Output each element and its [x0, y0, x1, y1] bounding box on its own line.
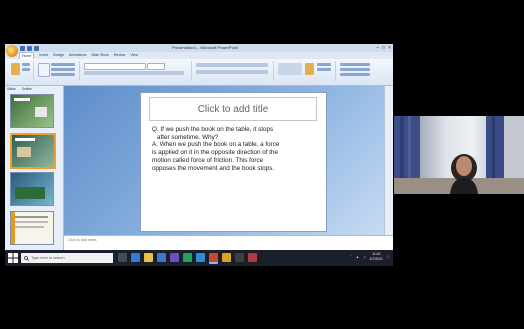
- paste-icon[interactable]: [11, 63, 20, 75]
- slides-group: [35, 61, 80, 81]
- tab-outline[interactable]: Outline: [22, 87, 32, 91]
- tab-slides[interactable]: Slides: [7, 87, 16, 91]
- slide-thumbnail-selected[interactable]: [10, 133, 56, 169]
- reset-button[interactable]: [51, 68, 75, 71]
- app-icon[interactable]: [235, 253, 244, 262]
- notes-placeholder: Click to add notes: [68, 238, 97, 242]
- quick-access-toolbar: [20, 44, 39, 52]
- app-icon[interactable]: [222, 253, 231, 262]
- select-button[interactable]: [340, 73, 370, 76]
- taskbar-clock[interactable]: 11:42 4/7/2021: [370, 252, 383, 261]
- chevron-up-icon[interactable]: ˆ: [350, 255, 351, 259]
- tab-design[interactable]: Design: [53, 52, 64, 59]
- delete-button[interactable]: [51, 73, 75, 76]
- cut-icon[interactable]: [22, 63, 30, 66]
- participant-video-image: [394, 116, 524, 194]
- title-placeholder[interactable]: Click to add title: [149, 97, 317, 121]
- taskbar: Type here to search ˆ ▲ ♫ 11:42 4/7/2021…: [5, 250, 393, 266]
- font-name-select[interactable]: [84, 63, 146, 70]
- window-controls: – □ ×: [376, 44, 391, 52]
- shape-fill-button[interactable]: [317, 63, 331, 66]
- store-icon[interactable]: [170, 253, 179, 262]
- layout-button[interactable]: [51, 63, 75, 66]
- file-explorer-icon[interactable]: [144, 253, 153, 262]
- body-line: motion called force of friction. This fo…: [152, 156, 264, 164]
- notifications-icon[interactable]: □: [387, 255, 389, 259]
- clock-date: 4/7/2021: [369, 256, 383, 261]
- slides-pane: Slides Outline: [5, 86, 64, 254]
- search-icon: [24, 255, 29, 261]
- mail-icon[interactable]: [157, 253, 166, 262]
- body-line: after sometime. Why?: [157, 133, 219, 141]
- slide-thumbnail[interactable]: [10, 172, 54, 206]
- body-line: opposes the movement and the book stops.: [152, 164, 275, 172]
- system-tray: ˆ ▲ ♫ 11:42 4/7/2021 □: [350, 252, 389, 261]
- slide-thumbnail[interactable]: [10, 211, 54, 245]
- slide-editor: Click to add title Q. If we push the boo…: [64, 86, 393, 235]
- shapes-gallery[interactable]: [278, 63, 302, 75]
- drawing-group: [275, 61, 336, 81]
- shared-screen: Presentation1 - Microsoft PowerPoint – □…: [5, 44, 393, 266]
- undo-icon[interactable]: [27, 45, 32, 51]
- volume-icon[interactable]: ♫: [363, 255, 366, 259]
- slide-thumbnail[interactable]: [10, 94, 54, 128]
- tab-review[interactable]: Review: [114, 52, 125, 59]
- edge-icon[interactable]: [131, 253, 140, 262]
- body-line: is applied on it in the opposite directi…: [152, 149, 279, 157]
- clipboard-group: [7, 61, 34, 81]
- windows-start-icon[interactable]: [8, 253, 18, 263]
- font-group: [81, 61, 192, 81]
- network-icon[interactable]: ▲: [356, 255, 359, 259]
- tab-home[interactable]: Home: [19, 52, 35, 59]
- close-icon[interactable]: ×: [388, 45, 391, 51]
- save-icon[interactable]: [20, 45, 25, 51]
- tab-animations[interactable]: Animations: [69, 52, 86, 59]
- body-line: A. When we push the book on a table, a f…: [152, 141, 280, 149]
- body-line: Q. If we push the book on the table, it …: [152, 126, 274, 133]
- find-button[interactable]: [340, 63, 370, 66]
- list-buttons[interactable]: [196, 63, 268, 67]
- task-view-icon[interactable]: [118, 253, 127, 262]
- tab-slide-show[interactable]: Slide Show: [91, 52, 109, 59]
- copy-icon[interactable]: [22, 68, 30, 71]
- font-size-select[interactable]: [147, 63, 165, 70]
- paragraph-group: [193, 61, 274, 81]
- webcam-video: [394, 116, 524, 194]
- chrome-icon[interactable]: [183, 253, 192, 262]
- title-bar: Presentation1 - Microsoft PowerPoint – □…: [5, 44, 393, 52]
- window-title: Presentation1 - Microsoft PowerPoint: [171, 45, 239, 50]
- font-format-buttons[interactable]: [84, 71, 184, 75]
- tab-insert[interactable]: Insert: [39, 52, 48, 59]
- office-button[interactable]: [6, 45, 18, 57]
- align-buttons[interactable]: [196, 70, 268, 74]
- search-placeholder: Type here to search: [31, 256, 65, 260]
- vertical-scrollbar[interactable]: [384, 86, 393, 235]
- ribbon-tabs: Home Insert Design Animations Slide Show…: [19, 52, 138, 59]
- current-slide[interactable]: Click to add title Q. If we push the boo…: [140, 92, 327, 232]
- ribbon: [5, 59, 393, 86]
- pane-tabs: Slides Outline: [7, 87, 32, 91]
- replace-button[interactable]: [340, 68, 370, 71]
- arrange-icon[interactable]: [305, 63, 314, 75]
- slide-body-text[interactable]: Q. If we push the book on the table, it …: [152, 126, 316, 172]
- new-slide-icon[interactable]: [38, 63, 50, 77]
- editing-group: [337, 61, 377, 81]
- minimize-icon[interactable]: –: [376, 45, 379, 51]
- redo-icon[interactable]: [34, 45, 39, 51]
- tab-view[interactable]: View: [130, 52, 138, 59]
- taskbar-search-box[interactable]: Type here to search: [21, 253, 113, 263]
- powerpoint-icon[interactable]: [209, 253, 218, 264]
- zoom-icon[interactable]: [196, 253, 205, 262]
- maximize-icon[interactable]: □: [382, 45, 385, 51]
- app-icon[interactable]: [248, 253, 257, 262]
- shape-outline-button[interactable]: [317, 68, 331, 71]
